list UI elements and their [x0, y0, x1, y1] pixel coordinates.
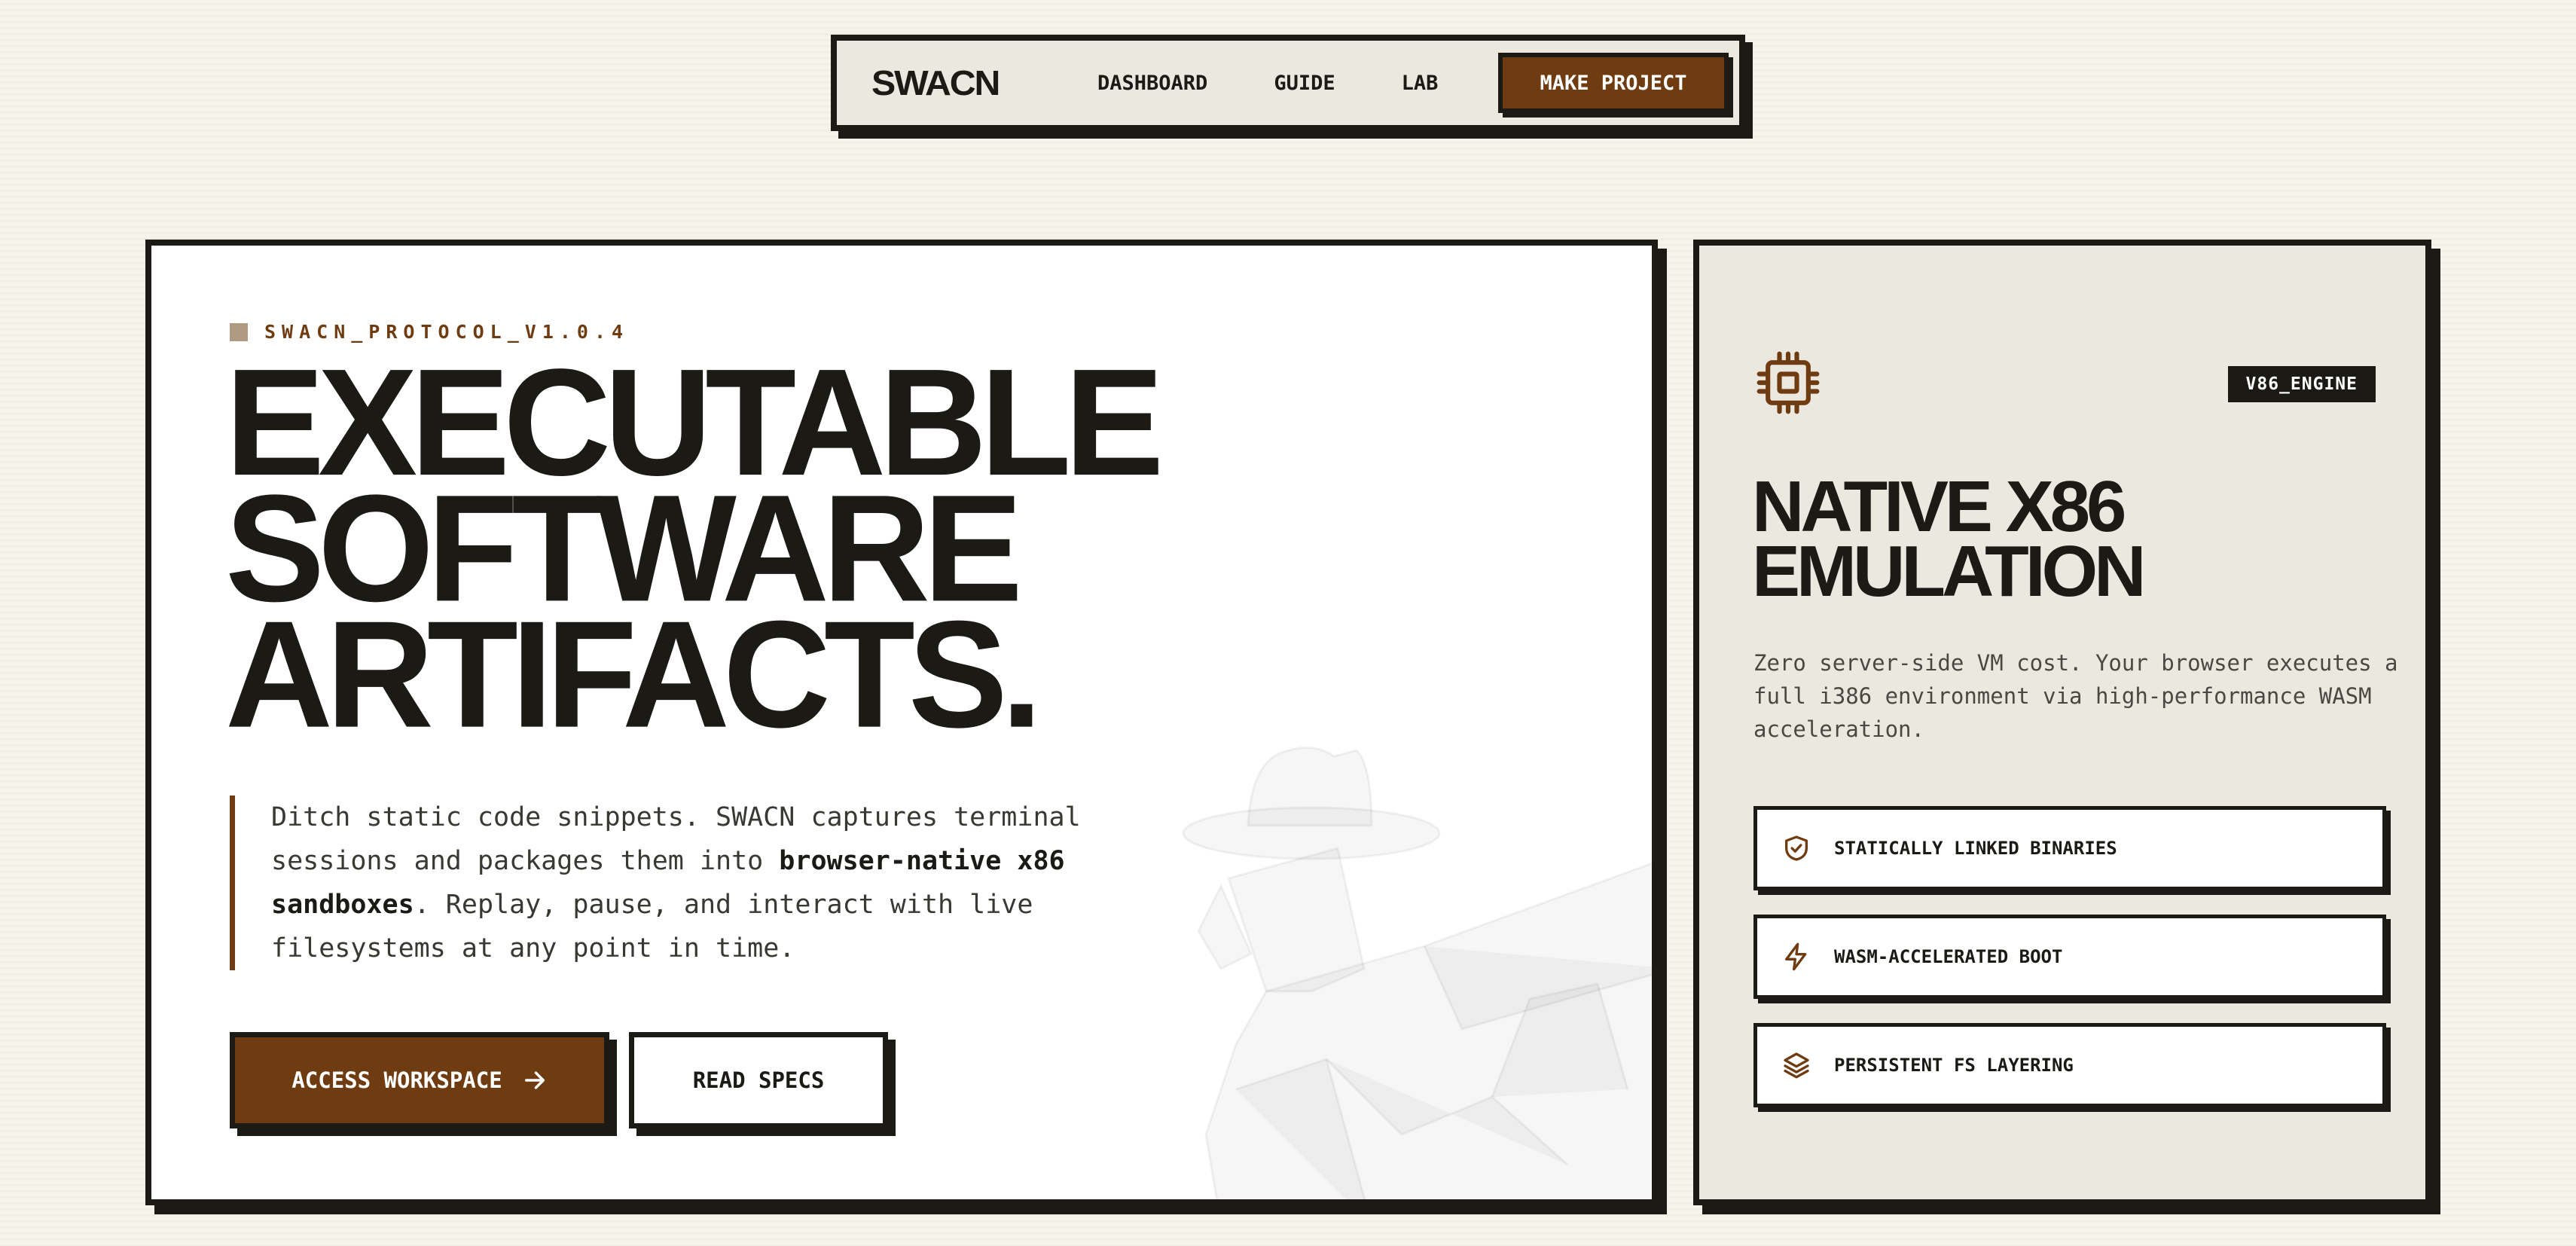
- title-line-2: EMULATION: [1752, 531, 2146, 612]
- layers-icon: [1784, 1052, 1809, 1079]
- access-workspace-button[interactable]: ACCESS WORKSPACE: [230, 1032, 609, 1128]
- feature-fs-layering: PERSISTENT FS LAYERING: [1753, 1023, 2386, 1107]
- access-workspace-label: ACCESS WORKSPACE: [291, 1067, 502, 1093]
- hero-headline: EXECUTABLE SOFTWARE ARTIFACTS.: [225, 346, 1164, 759]
- shield-check-icon: [1785, 835, 1808, 861]
- nav-link-dashboard[interactable]: DASHBOARD: [1097, 72, 1207, 95]
- engine-badge: V86_ENGINE: [2227, 366, 2376, 402]
- emulation-card: V86_ENGINE NATIVE X86 EMULATION Zero ser…: [1693, 240, 2431, 1205]
- emulation-description: Zero server-side VM cost. Your browser e…: [1753, 650, 2398, 742]
- feature-label: PERSISTENT FS LAYERING: [1834, 1055, 2074, 1076]
- read-specs-button[interactable]: READ SPECS: [629, 1032, 888, 1128]
- nav-link-lab[interactable]: LAB: [1402, 72, 1439, 95]
- top-nav: SWACN DASHBOARD GUIDE LAB MAKE PROJECT: [831, 35, 1745, 131]
- make-project-button[interactable]: MAKE PROJECT: [1498, 53, 1729, 113]
- cpu-chip-icon: [1757, 351, 1820, 414]
- feature-label: WASM-ACCELERATED BOOT: [1834, 946, 2063, 967]
- emulation-title: NATIVE X86 EMULATION: [1752, 466, 2146, 612]
- arrow-right-icon: [524, 1071, 545, 1089]
- headline-line-3: ARTIFACTS.: [225, 589, 1042, 759]
- hero-description: Ditch static code snippets. SWACN captur…: [230, 796, 1134, 970]
- feature-label: STATICALLY LINKED BINARIES: [1834, 838, 2117, 859]
- hero-card: SWACN_PROTOCOL_V1.0.4 EXECUTABLE SOFTWAR…: [145, 240, 1658, 1205]
- duck-icon: [1182, 746, 1652, 1199]
- nav-link-guide[interactable]: GUIDE: [1274, 72, 1335, 95]
- lightning-icon: [1785, 942, 1807, 971]
- title-line-1: NATIVE X86: [1752, 466, 2126, 547]
- brand-logo[interactable]: SWACN: [871, 63, 1061, 103]
- feature-wasm-boot: WASM-ACCELERATED BOOT: [1753, 915, 2386, 999]
- feature-static-binaries: STATICALLY LINKED BINARIES: [1753, 806, 2386, 890]
- nav-links: DASHBOARD GUIDE LAB: [1097, 72, 1438, 95]
